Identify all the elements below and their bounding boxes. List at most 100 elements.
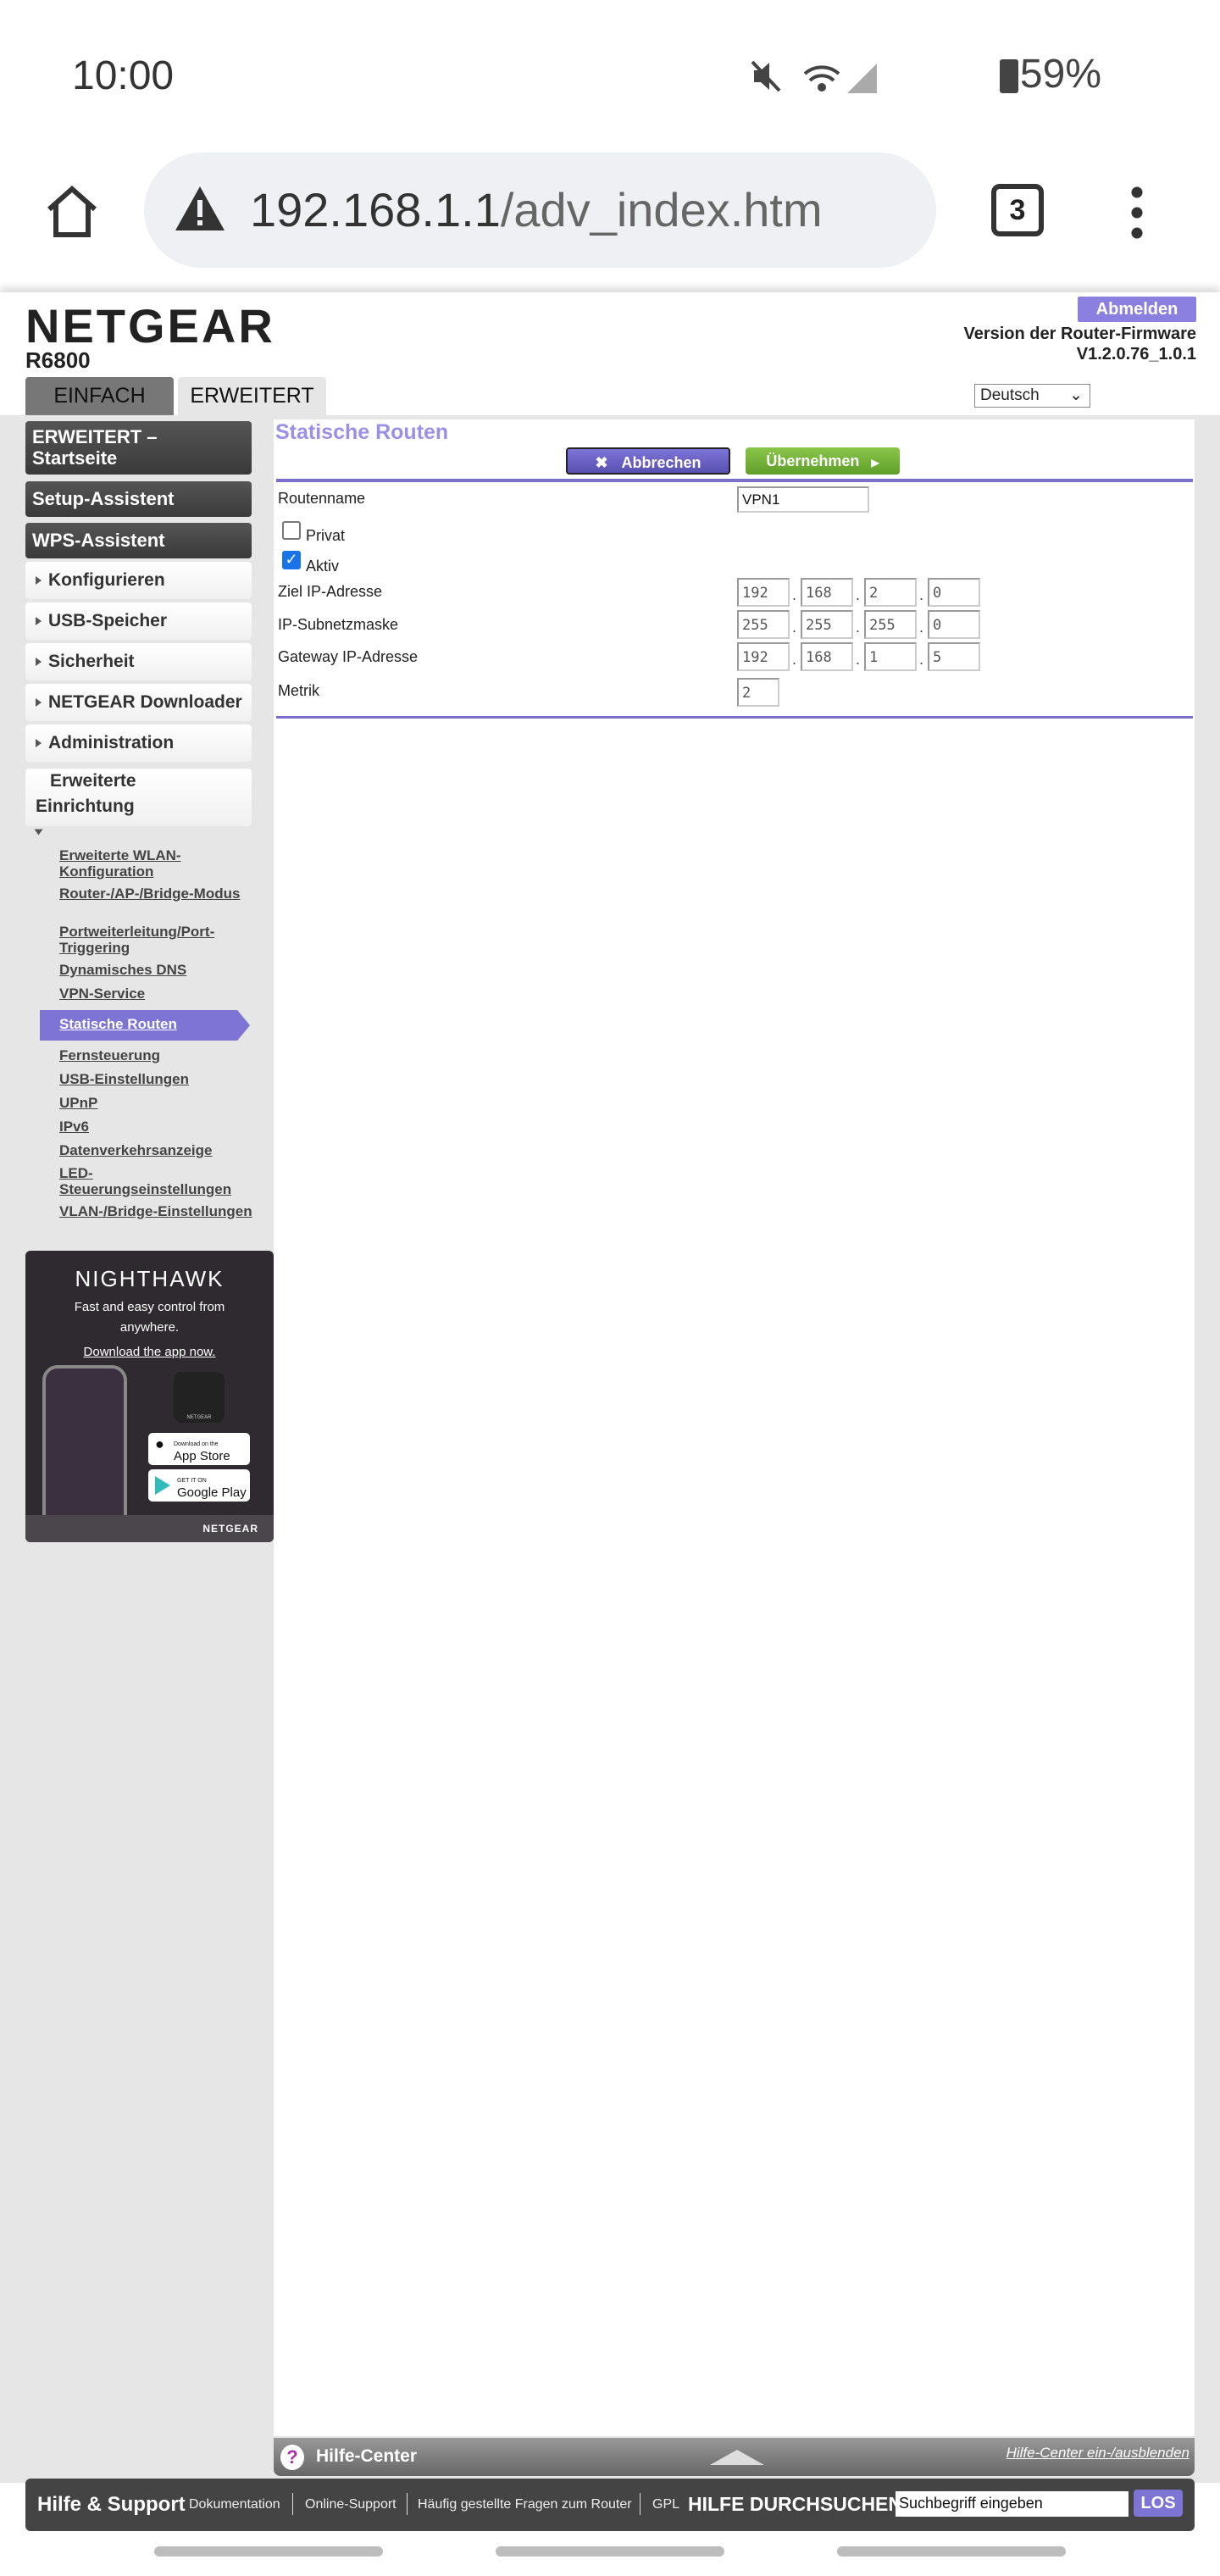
chevron-down-icon: ⌄: [1069, 386, 1083, 404]
close-icon: ✖: [595, 454, 608, 471]
dest-octet-input[interactable]: 2: [864, 578, 917, 607]
expand-arrow-icon: [36, 658, 42, 667]
sidebar-item-setup-wizard[interactable]: Setup-Assistent: [25, 481, 252, 517]
sidebar-item-advanced-home[interactable]: ERWEITERT – Startseite: [25, 421, 252, 475]
mask-octet-input[interactable]: 255: [737, 610, 790, 639]
nighthawk-ad[interactable]: NIGHTHAWK Fast and easy control from any…: [25, 1251, 274, 1542]
submenu-link[interactable]: VLAN-/Bridge-Einstellungen: [59, 1203, 254, 1219]
submenu-link[interactable]: Fernsteuerung: [59, 1047, 254, 1063]
nighthawk-app-icon: NETGEAR: [174, 1372, 225, 1423]
language-select[interactable]: Deutsch ⌄: [974, 384, 1090, 408]
active-checkbox[interactable]: ✓: [282, 551, 301, 569]
nav-bar-back[interactable]: [837, 2546, 1066, 2557]
expand-arrow-icon: [36, 739, 42, 748]
expand-up-icon[interactable]: [710, 2450, 764, 2465]
nav-bar-home[interactable]: [496, 2546, 724, 2557]
link-faq[interactable]: Häufig gestellte Fragen zum Router: [418, 2497, 632, 2512]
tab-erweitert[interactable]: ERWEITERT: [178, 377, 326, 415]
metric-label: Metrik: [278, 682, 319, 699]
label: USB-Speicher: [48, 611, 168, 630]
battery-icon: [1000, 59, 1018, 93]
home-icon[interactable]: [42, 182, 102, 242]
link-gpl[interactable]: GPL: [652, 2497, 679, 2512]
sidebar-item-advanced-setup[interactable]: Erweiterte Einrichtung: [25, 769, 252, 836]
gw-octet-input[interactable]: 192: [737, 642, 790, 671]
submenu-link[interactable]: Router-/AP-/Bridge-Modus: [59, 886, 254, 902]
nav-bar-recent[interactable]: [154, 2546, 383, 2557]
route-name-label: Routenname: [278, 490, 366, 507]
ip-dot: .: [792, 586, 797, 603]
warning-icon[interactable]: [174, 185, 226, 232]
submenu-link[interactable]: Portweiterleitung/Port-Triggering: [59, 924, 254, 956]
gw-octet-input[interactable]: 168: [801, 642, 853, 671]
submenu-link[interactable]: Dynamisches DNS: [59, 962, 254, 978]
logout-button[interactable]: Abmelden: [1078, 297, 1196, 322]
sidebar-item-usb-storage[interactable]: USB-Speicher: [25, 602, 252, 640]
apply-button[interactable]: Übernehmen ▶: [746, 447, 900, 475]
dest-octet-input[interactable]: 0: [928, 578, 980, 607]
wifi-icon: [803, 65, 840, 92]
search-go-button[interactable]: LOS: [1134, 2490, 1183, 2517]
dest-octet-input[interactable]: 192: [737, 578, 790, 607]
help-center-bar[interactable]: ? Hilfe-Center Hilfe-Center ein-/ausblen…: [274, 2438, 1195, 2476]
active-label: Aktiv: [306, 558, 340, 575]
submenu-link[interactable]: Statische Routen: [59, 1016, 254, 1032]
expand-arrow-icon: [36, 698, 42, 708]
gw-octet-input[interactable]: 1: [864, 642, 917, 671]
ip-dot: .: [919, 586, 924, 603]
ip-dot: .: [792, 651, 797, 668]
submenu-link[interactable]: UPnP: [59, 1095, 254, 1111]
clock: 10:00: [72, 53, 175, 98]
private-checkbox[interactable]: [282, 521, 301, 540]
menu-icon[interactable]: [1131, 182, 1143, 242]
ip-dot: .: [856, 586, 861, 603]
arrow-right-icon: ▶: [871, 457, 879, 469]
page-title: Statische Routen: [275, 420, 449, 444]
firmware-version: V1.2.0.76_1.0.1: [1076, 345, 1196, 364]
label: Download on the: [174, 1441, 219, 1447]
mask-octet-input[interactable]: 255: [864, 610, 917, 639]
signal-icon: [847, 64, 877, 93]
expand-arrow-icon: [36, 617, 42, 626]
label: Administration: [48, 733, 175, 752]
route-name-input[interactable]: VPN1: [737, 486, 869, 513]
search-label: HILFE DURCHSUCHEN: [688, 2493, 902, 2515]
sidebar-item-administration[interactable]: Administration: [25, 724, 252, 762]
status-icons: [751, 60, 877, 93]
submenu-link[interactable]: Datenverkehrsanzeige: [59, 1142, 254, 1158]
help-center-title: Hilfe-Center: [316, 2446, 418, 2466]
app-store-badge[interactable]: ● Download on the App Store: [148, 1433, 250, 1465]
sidebar-item-security[interactable]: Sicherheit: [25, 643, 252, 680]
ad-brand: NIGHTHAWK: [75, 1266, 225, 1291]
subnet-mask-label: IP-Subnetzmaske: [278, 616, 399, 633]
submenu-link[interactable]: LED-Steuerungseinstellungen: [59, 1165, 254, 1197]
sidebar-item-configure[interactable]: Konfigurieren: [25, 562, 252, 599]
cancel-button[interactable]: ✖ Abbrechen: [566, 447, 730, 475]
ad-tagline: Fast and easy control from anywhere.: [74, 1300, 225, 1335]
tabs-icon[interactable]: 3: [991, 184, 1044, 236]
submenu-link[interactable]: USB-Einstellungen: [59, 1071, 254, 1087]
gw-octet-input[interactable]: 5: [928, 642, 980, 671]
link-documentation[interactable]: Dokumentation: [189, 2497, 280, 2512]
submenu-link[interactable]: VPN-Service: [59, 985, 254, 1002]
link-online-support[interactable]: Online-Support: [305, 2497, 396, 2512]
dest-octet-input[interactable]: 168: [801, 578, 853, 607]
sidebar-item-wps-wizard[interactable]: WPS-Assistent: [25, 523, 252, 558]
help-center-toggle-link[interactable]: Hilfe-Center ein-/ausblenden: [1006, 2445, 1190, 2462]
label: Abbrechen: [621, 454, 702, 471]
submenu-link[interactable]: Erweiterte WLAN-Konfiguration: [59, 847, 254, 880]
help-icon: ?: [280, 2445, 304, 2470]
mask-octet-input[interactable]: 255: [801, 610, 853, 639]
language-value: Deutsch: [980, 386, 1040, 404]
sidebar-item-downloader[interactable]: NETGEAR Downloader: [25, 684, 252, 721]
label: Sicherheit: [48, 652, 135, 671]
mask-octet-input[interactable]: 0: [928, 610, 980, 639]
ad-download-link[interactable]: Download the app now.: [25, 1345, 274, 1359]
ip-dot: .: [919, 651, 924, 668]
metric-input[interactable]: 2: [737, 678, 779, 707]
submenu-link[interactable]: IPv6: [59, 1119, 254, 1135]
url-text[interactable]: 192.168.1.1/adv_index.htm: [250, 182, 823, 237]
tab-einfach[interactable]: EINFACH: [25, 377, 174, 415]
google-play-badge[interactable]: GET IT ON Google Play: [148, 1469, 250, 1502]
help-search-input[interactable]: Suchbegriff eingeben: [896, 2491, 1128, 2517]
